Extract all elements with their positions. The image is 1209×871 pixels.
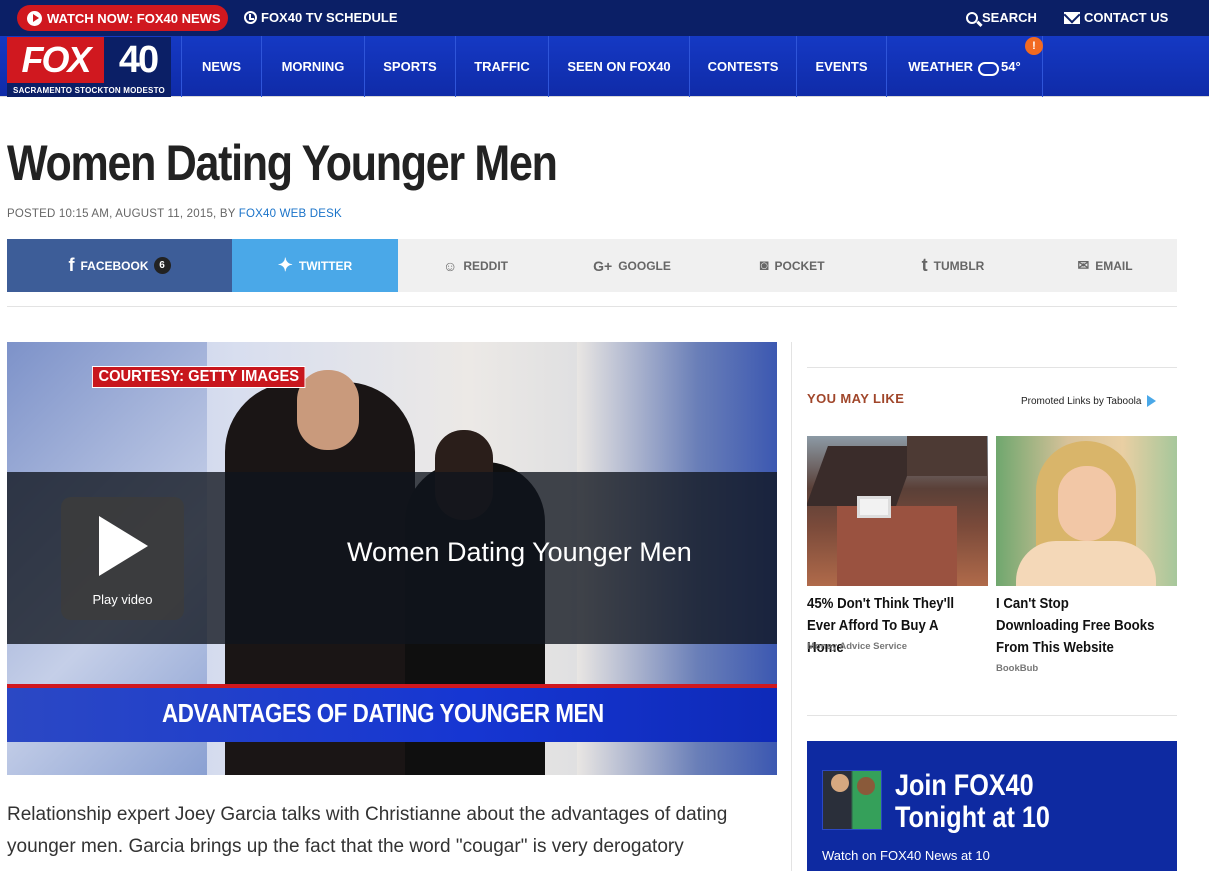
- column-divider: [791, 342, 792, 871]
- share-email-button[interactable]: ✉ EMAIL: [1033, 239, 1177, 292]
- email-label: EMAIL: [1095, 258, 1133, 273]
- recommended-card-source-2: BookBub: [996, 663, 1039, 674]
- share-reddit-button[interactable]: ☺ REDDIT: [398, 239, 553, 292]
- tv-schedule-link[interactable]: FOX40 TV SCHEDULE: [244, 10, 398, 25]
- divider: [7, 306, 1177, 307]
- reddit-icon: ☺: [443, 257, 458, 274]
- share-pocket-button[interactable]: ◙ POCKET: [711, 239, 873, 292]
- byline: POSTED 10:15 AM, AUGUST 11, 2015, BY FOX…: [7, 208, 342, 220]
- facebook-icon: f: [68, 255, 75, 275]
- share-tumblr-button[interactable]: t TUMBLR: [873, 239, 1033, 292]
- logo-number: 40: [118, 39, 159, 81]
- recommended-card-source-1: Money Advice Service: [807, 641, 907, 652]
- email-icon: ✉: [1077, 257, 1090, 273]
- nav-item-traffic[interactable]: TRAFFIC: [455, 36, 548, 97]
- house-roof-2: [907, 436, 987, 476]
- play-circle-icon: [27, 10, 42, 26]
- nav-items: NEWS MORNING SPORTS TRAFFIC SEEN ON FOX4…: [181, 36, 1043, 97]
- promo-subtitle: Watch on FOX40 News at 10: [822, 848, 990, 863]
- envelope-icon: [1064, 11, 1080, 24]
- recommended-card-image-1[interactable]: [807, 436, 988, 586]
- pocket-label: POCKET: [774, 258, 825, 273]
- tumblr-label: TUMBLR: [933, 258, 985, 273]
- article-title: Women Dating Younger Men: [7, 135, 558, 191]
- main-nav: FOX 40 SACRAMENTO STOCKTON MODESTO NEWS …: [0, 36, 1209, 97]
- video-title: Women Dating Younger Men: [347, 537, 692, 567]
- taboola-label: Promoted Links by Taboola: [1021, 395, 1142, 407]
- lower-third-text: ADVANTAGES OF DATING YOUNGER MEN: [162, 698, 604, 728]
- house-window: [857, 496, 891, 518]
- house-wall: [837, 506, 957, 586]
- photo-face: [1058, 466, 1116, 541]
- nav-item-morning[interactable]: MORNING: [261, 36, 364, 97]
- fox40-tonight-promo[interactable]: Join FOX40 Tonight at 10 Watch on FOX40 …: [807, 741, 1177, 871]
- fox40-logo[interactable]: FOX 40 SACRAMENTO STOCKTON MODESTO: [7, 37, 171, 97]
- tumblr-icon: t: [921, 255, 928, 275]
- share-bar: f FACEBOOK 6 ✦ TWITTER ☺ REDDIT G+ GOOGL…: [7, 239, 1177, 292]
- watch-now-label: WATCH NOW: FOX40 NEWS: [47, 10, 221, 26]
- facebook-label: FACEBOOK: [80, 258, 149, 273]
- nav-item-contests[interactable]: CONTESTS: [689, 36, 796, 97]
- top-bar: WATCH NOW: FOX40 NEWS FOX40 TV SCHEDULE …: [0, 0, 1209, 36]
- share-twitter-button[interactable]: ✦ TWITTER: [232, 239, 398, 292]
- search-link[interactable]: SEARCH: [966, 10, 1037, 25]
- article-body: Relationship expert Joey Garcia talks wi…: [7, 804, 728, 857]
- search-label: SEARCH: [982, 10, 1037, 25]
- reddit-label: REDDIT: [463, 258, 508, 273]
- you-may-like-heading: YOU MAY LIKE: [807, 391, 905, 406]
- nav-item-sports[interactable]: SPORTS: [364, 36, 455, 97]
- recommended-card-title-2[interactable]: I Can't Stop Downloading Free Books From…: [996, 593, 1155, 659]
- video-figure-man-head: [297, 370, 359, 450]
- contact-link[interactable]: CONTACT US: [1064, 10, 1168, 25]
- byline-posted: POSTED 10:15 AM, AUGUST 11, 2015, BY: [7, 208, 236, 220]
- twitter-label: TWITTER: [298, 258, 353, 273]
- google-label: GOOGLE: [618, 258, 671, 273]
- pocket-icon: ◙: [759, 257, 769, 274]
- recommended-card-image-2[interactable]: [996, 436, 1177, 586]
- anchor-face-2: [857, 777, 875, 795]
- video-lower-third: ADVANTAGES OF DATING YOUNGER MEN: [7, 684, 777, 742]
- photo-shirt: [1016, 541, 1156, 586]
- share-google-button[interactable]: G+ GOOGLE: [553, 239, 711, 292]
- weather-label: WEATHER: [908, 59, 974, 74]
- clock-icon: [244, 11, 257, 24]
- search-icon: [966, 11, 978, 24]
- twitter-icon: ✦: [277, 255, 293, 275]
- google-plus-icon: G+: [593, 257, 613, 274]
- sidebar-divider: [807, 367, 1177, 368]
- taboola-link[interactable]: Promoted Links by Taboola: [1021, 395, 1157, 407]
- cloud-rain-icon: [976, 60, 1000, 76]
- logo-cities: SACRAMENTO STOCKTON MODESTO: [13, 86, 165, 95]
- sidebar-divider-2: [807, 715, 1177, 716]
- logo-fox: FOX: [7, 37, 104, 83]
- facebook-count: 6: [153, 257, 171, 274]
- nav-item-seen-on-fox40[interactable]: SEEN ON FOX40: [548, 36, 689, 97]
- nav-item-weather[interactable]: WEATHER 54°: [886, 36, 1043, 97]
- video-player[interactable]: COURTESY: GETTY IMAGES Women Dating Youn…: [7, 342, 777, 775]
- anchor-face-1: [831, 774, 849, 792]
- courtesy-tag: COURTESY: GETTY IMAGES: [92, 366, 306, 388]
- share-facebook-button[interactable]: f FACEBOOK 6: [7, 239, 232, 292]
- nav-item-events[interactable]: EVENTS: [796, 36, 886, 97]
- play-icon[interactable]: [99, 516, 148, 576]
- nav-item-news[interactable]: NEWS: [181, 36, 261, 97]
- weather-temperature: 54°: [1001, 59, 1021, 74]
- contact-label: CONTACT US: [1084, 10, 1169, 25]
- weather-alert-icon[interactable]: !: [1025, 37, 1043, 55]
- author-link[interactable]: FOX40 WEB DESK: [239, 208, 342, 220]
- play-video-label[interactable]: Play video: [61, 592, 184, 607]
- watch-now-button[interactable]: WATCH NOW: FOX40 NEWS: [17, 5, 228, 31]
- tv-schedule-label: FOX40 TV SCHEDULE: [261, 10, 398, 25]
- taboola-icon: [1147, 395, 1157, 407]
- promo-headline: Join FOX40 Tonight at 10: [895, 769, 1050, 834]
